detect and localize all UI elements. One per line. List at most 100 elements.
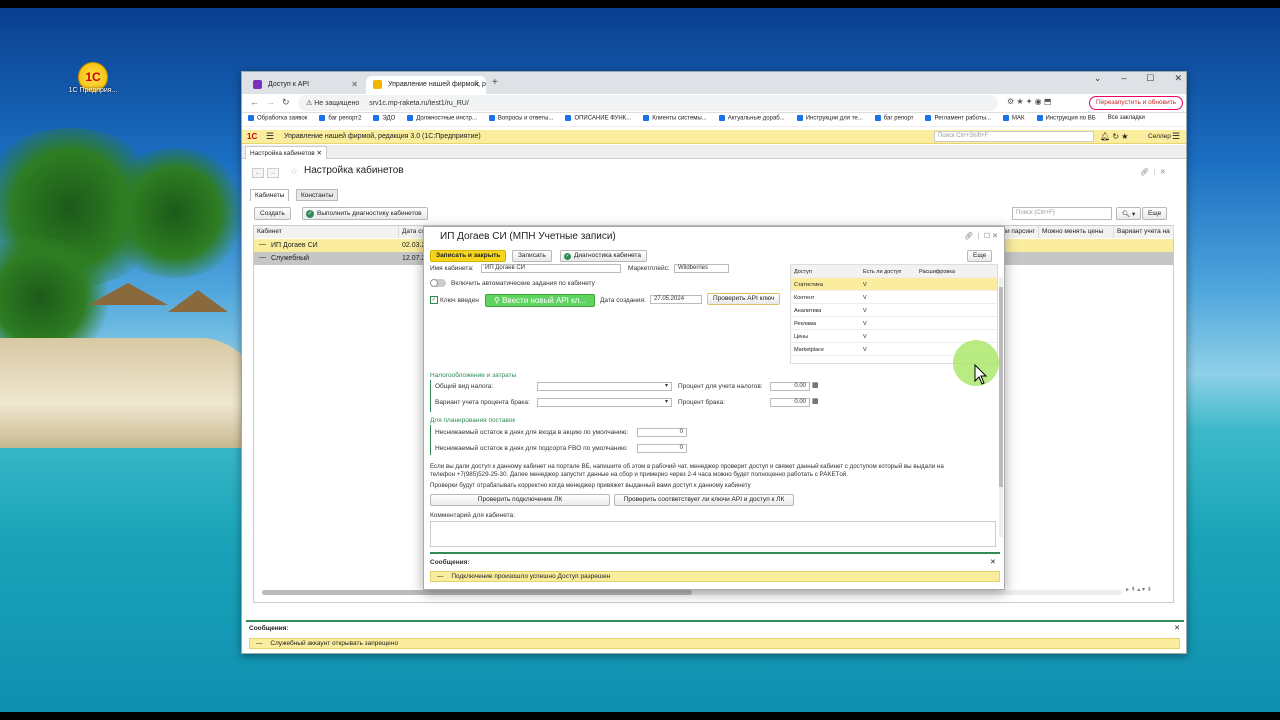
scrollbar-thumb[interactable] xyxy=(262,590,692,595)
bookmark[interactable]: Актуальные дораб... xyxy=(719,115,785,124)
key-icon: ⚲ xyxy=(494,296,503,305)
access-value: V xyxy=(863,295,867,301)
table-row[interactable]: Реклама V xyxy=(791,317,997,330)
minimize-icon[interactable]: – xyxy=(1121,73,1126,89)
chevron-down-icon[interactable]: ⌄ xyxy=(1094,73,1102,89)
horizontal-scrollbar[interactable] xyxy=(262,590,1122,595)
row-name: ИП Догаев СИ xyxy=(271,242,318,249)
info-text: телефон +7(985)529-25-30. Далее менеджер… xyxy=(430,471,848,478)
tab-constants[interactable]: Константы xyxy=(296,189,338,201)
name-input[interactable]: ИП Догаев СИ xyxy=(481,264,621,273)
url-input[interactable]: ⚠ Не защищено srv1c.mp-raketa.ru/test1/r… xyxy=(298,95,998,111)
scroll-arrows-icon[interactable]: ▸ ⇞ ▴ ▾ ⇟ xyxy=(1126,586,1152,593)
dialog-message-row[interactable]: — Подключение произошло успешно Доступ р… xyxy=(430,571,1000,582)
tax-percent-input[interactable]: 0.00 xyxy=(770,382,810,391)
run-diagnostics-button[interactable]: ✓ Выполнить диагностику кабинетов xyxy=(302,207,428,220)
app-logo-icon: 1С xyxy=(247,132,258,141)
marketplace-input[interactable]: Wildberries xyxy=(674,264,729,273)
settings-menu-icon[interactable]: ☰ xyxy=(1172,131,1180,142)
dialog-more-button[interactable]: Еще xyxy=(967,250,993,262)
more-button[interactable]: Еще xyxy=(1142,207,1168,220)
tab-cabinets[interactable]: Кабинеты xyxy=(250,189,290,201)
bookmark[interactable]: ЭДО xyxy=(373,115,395,124)
browser-tab-api[interactable]: Доступ к API ✕ xyxy=(246,76,364,94)
search-button[interactable]: 🔍︎ ▾ xyxy=(1116,207,1142,220)
created-date-field[interactable]: 27.05.2024 xyxy=(650,295,702,304)
favorite-icon[interactable]: ☆ xyxy=(290,166,298,177)
bookmark[interactable]: Инструкции для те... xyxy=(797,115,863,124)
message-row[interactable]: — Служебный аккаунт открывать запрещено xyxy=(249,638,1180,649)
save-button[interactable]: Записать xyxy=(512,250,552,262)
table-row[interactable]: Контент V xyxy=(791,291,997,304)
calculator-icon[interactable]: ▦ xyxy=(812,397,819,405)
link-icon[interactable]: 🔗︎ ⋮ ✕ xyxy=(1140,168,1166,176)
column-header[interactable]: Можно менять цены xyxy=(1039,226,1114,238)
bookmark[interactable]: ОПИСАНИЕ ФУНК... xyxy=(565,115,631,124)
bookmark[interactable]: баг репорт xyxy=(875,115,914,124)
bookmark[interactable]: Обработка заявок xyxy=(248,115,307,124)
close-tab-icon[interactable]: ✕ xyxy=(351,80,358,89)
extensions-icon[interactable]: ⚙ ★ ✦ ◉ ⬒ xyxy=(1007,97,1051,106)
created-date-label: Дата создания: xyxy=(600,297,646,304)
message-text: Служебный аккаунт открывать запрещено xyxy=(270,640,399,647)
column-header[interactable]: Кабинет xyxy=(254,226,399,238)
comment-textarea[interactable] xyxy=(430,521,996,547)
close-messages-icon[interactable]: ✕ xyxy=(1174,624,1180,632)
save-and-close-button[interactable]: Записать и закрыть xyxy=(430,250,507,262)
diagnostics-button[interactable]: ✓ Диагностика кабинета xyxy=(560,250,647,262)
restart-button[interactable]: Перезапустить и обновить xyxy=(1089,96,1183,110)
open-tab-settings[interactable]: Настройка кабинетов ✕ xyxy=(245,146,327,159)
check-api-key-button[interactable]: Проверить API ключ xyxy=(707,293,781,305)
back-nav-icon[interactable]: ← xyxy=(252,168,264,178)
close-messages-icon[interactable]: ✕ xyxy=(990,558,996,566)
forward-nav-icon[interactable]: → xyxy=(267,168,279,178)
user-name[interactable]: Селлер xyxy=(1148,133,1171,140)
list-search-input[interactable]: Поиск (Ctrl+F) xyxy=(1012,207,1112,220)
tax-type-select[interactable]: ▾ xyxy=(537,382,672,391)
calculator-icon[interactable]: ▦ xyxy=(812,381,819,389)
bookmark[interactable]: Клиенты системы... xyxy=(643,115,707,124)
app-header-bar: 1С ☰ Управление нашей фирмой, редакция 3… xyxy=(242,130,1186,144)
min-fbo-input[interactable]: 0 xyxy=(637,444,687,453)
dialog-controls-icon[interactable]: 🔗︎ ⋮ ☐ ✕ xyxy=(964,232,998,240)
browser-tab-1c[interactable]: Управление нашей фирмой, р ✕ xyxy=(366,76,486,94)
forward-icon[interactable]: → xyxy=(266,97,275,107)
back-icon[interactable]: ← xyxy=(250,97,259,107)
table-row[interactable]: Аналитика V xyxy=(791,304,997,317)
section-divider xyxy=(430,425,431,455)
auto-tasks-toggle[interactable] xyxy=(430,279,446,287)
maximize-icon[interactable]: ☐ xyxy=(1146,73,1154,89)
bookmark[interactable]: Вопросы и ответы... xyxy=(489,115,554,124)
tax-section-title: Налогообложение и затраты xyxy=(430,372,517,379)
message-text: Подключение произошло успешно Доступ раз… xyxy=(451,573,611,580)
close-tab-icon[interactable]: ✕ xyxy=(473,80,480,89)
table-row[interactable]: Статистика V xyxy=(791,278,997,291)
window-controls: ⌄ – ☐ ✕ xyxy=(1094,73,1182,89)
bookmark[interactable]: МАК xyxy=(1003,115,1025,124)
dialog-scrollbar[interactable] xyxy=(999,277,1003,537)
open-windows-bar: Настройка кабинетов ✕ xyxy=(242,145,1186,159)
menu-icon[interactable]: ☰ xyxy=(266,131,274,142)
new-api-key-button[interactable]: ⚲ Ввести новый API кл... xyxy=(485,294,595,307)
min-action-input[interactable]: 0 xyxy=(637,428,687,437)
reload-icon[interactable]: ↻ xyxy=(282,97,290,108)
global-search-input[interactable]: Поиск Ctrl+Shift+F xyxy=(934,131,1094,142)
all-bookmarks-link[interactable]: Все закладки xyxy=(1108,115,1145,124)
close-icon[interactable]: ✕ xyxy=(317,150,322,157)
bookmark[interactable]: Регламент работы... xyxy=(925,115,991,124)
bookmark[interactable]: Инструкция по ВБ xyxy=(1037,115,1096,124)
check-match-button[interactable]: Проверить соответствует ли ключи API и д… xyxy=(614,494,794,506)
new-tab-icon[interactable]: + xyxy=(492,77,498,88)
key-entered-checkbox[interactable]: ✓ xyxy=(430,296,438,304)
scrollbar-thumb[interactable] xyxy=(999,287,1003,487)
create-button[interactable]: Создать xyxy=(254,207,291,220)
check-lk-button[interactable]: Проверить подключение ЛК xyxy=(430,494,610,506)
close-window-icon[interactable]: ✕ xyxy=(1174,73,1182,89)
bookmark[interactable]: баг репорт2 xyxy=(319,115,361,124)
column-header[interactable]: Вариант учета на xyxy=(1114,226,1174,238)
defect-percent-input[interactable]: 0.00 xyxy=(770,398,810,407)
notifications-icon[interactable]: 🔔︎ ↻ ★ xyxy=(1100,132,1128,141)
access-name: Цены xyxy=(794,334,809,340)
bookmark[interactable]: Должностные инстр... xyxy=(407,115,477,124)
defect-variant-select[interactable]: ▾ xyxy=(537,398,672,407)
